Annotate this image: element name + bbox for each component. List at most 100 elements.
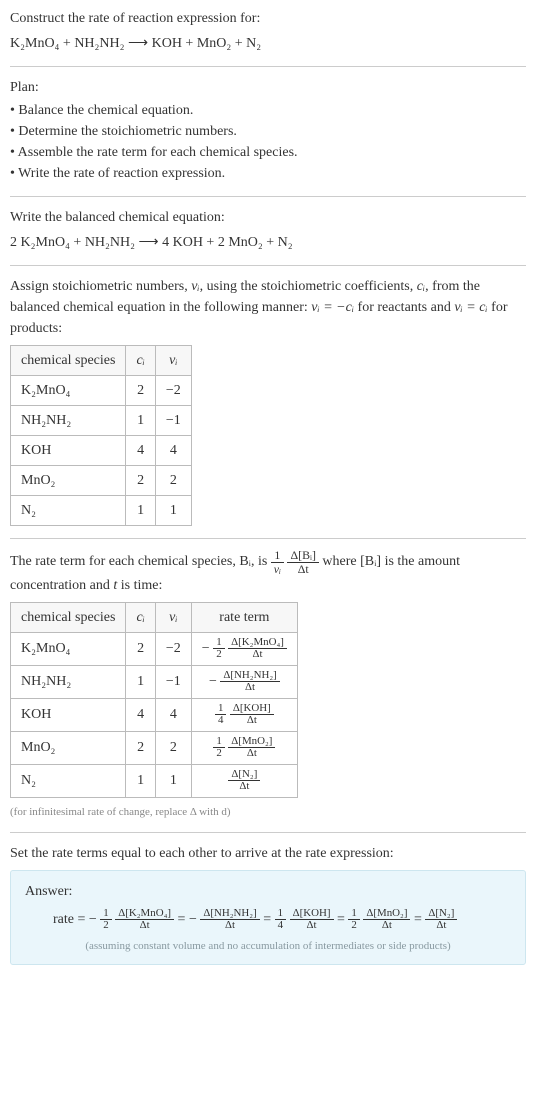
table-row: MnO₂22 <box>11 466 192 496</box>
final-section: Set the rate terms equal to each other t… <box>10 843 526 965</box>
den: Δt <box>228 748 275 759</box>
den: Δt <box>115 920 174 931</box>
cell-c: 1 <box>126 406 155 436</box>
cell-species: K₂MnO₄ <box>11 376 126 406</box>
table-row: K₂MnO₄ 2 −2 − 12 Δ[K₂MnO₄]Δt <box>11 633 298 666</box>
sign: − <box>89 912 97 927</box>
balanced-section: Write the balanced chemical equation: 2 … <box>10 207 526 253</box>
ci-symbol: cᵢ <box>417 279 425 294</box>
delta-frac: Δ[MnO₂]Δt <box>228 736 275 760</box>
rateterm-section: The rate term for each chemical species,… <box>10 549 526 820</box>
cell-c: 1 <box>126 665 155 698</box>
rateterm-text: The rate term for each chemical species,… <box>10 549 526 596</box>
cell-nu: 4 <box>155 698 191 731</box>
answer-note: (assuming constant volume and no accumul… <box>25 938 511 955</box>
cell-rate: 12 Δ[MnO₂]Δt <box>191 731 297 764</box>
frac-one-over-nu: 1νᵢ <box>271 549 284 575</box>
cell-species: NH₂NH₂ <box>11 665 126 698</box>
final-lead: Set the rate terms equal to each other t… <box>10 843 526 864</box>
cell-species: MnO₂ <box>11 731 126 764</box>
den: 2 <box>100 920 111 931</box>
table-row: KOH44 <box>11 436 192 466</box>
divider <box>10 196 526 197</box>
cell-c: 2 <box>126 376 155 406</box>
cell-rate: Δ[N₂]Δt <box>191 764 297 797</box>
table-row: MnO₂ 2 2 12 Δ[MnO₂]Δt <box>11 731 298 764</box>
rate-expression: rate = − 12 Δ[K₂MnO₄]Δt = − Δ[NH₂NH₂]Δt … <box>25 908 511 932</box>
balanced-equation: 2 K₂MnO₄ + NH₂NH₂ ⟶ 4 KOH + 2 MnO₂ + N₂ <box>10 232 526 253</box>
cell-species: MnO₂ <box>11 466 126 496</box>
sign: − <box>202 641 210 656</box>
rateterm-table: chemical species cᵢ νᵢ rate term K₂MnO₄ … <box>10 602 298 798</box>
cell-c: 2 <box>126 633 155 666</box>
cell-nu: 1 <box>155 496 191 526</box>
coef-frac: 12 <box>213 637 224 661</box>
cell-rate: − Δ[NH₂NH₂]Δt <box>191 665 297 698</box>
cell-c: 1 <box>126 764 155 797</box>
col-species: chemical species <box>11 346 126 376</box>
stoich-text: Assign stoichiometric numbers, νᵢ, using… <box>10 276 526 339</box>
cell-species: N₂ <box>11 496 126 526</box>
text: Assign stoichiometric numbers, <box>10 279 191 294</box>
cell-c: 4 <box>126 698 155 731</box>
den: Δt <box>363 920 410 931</box>
cell-c: 1 <box>126 496 155 526</box>
prompt-lead: Construct the rate of reaction expressio… <box>10 8 526 29</box>
col-nu: νᵢ <box>155 603 191 633</box>
delta-frac: Δ[NH₂NH₂]Δt <box>200 908 259 932</box>
divider <box>10 538 526 539</box>
den: 2 <box>213 748 224 759</box>
sign: − <box>189 912 197 927</box>
cell-nu: 2 <box>155 731 191 764</box>
den: 4 <box>215 715 226 726</box>
table-header-row: chemical species cᵢ νᵢ rate term <box>11 603 298 633</box>
equals: = <box>263 912 274 927</box>
coef-frac: 14 <box>215 703 226 727</box>
delta-frac: Δ[K₂MnO₄]Δt <box>115 908 174 932</box>
cell-c: 2 <box>126 466 155 496</box>
frac-delta-b: Δ[Bᵢ]Δt <box>287 549 318 575</box>
table-row: N₂11 <box>11 496 192 526</box>
stoich-section: Assign stoichiometric numbers, νᵢ, using… <box>10 276 526 526</box>
plan-item: Assemble the rate term for each chemical… <box>10 142 526 163</box>
cell-c: 4 <box>126 436 155 466</box>
cell-species: NH₂NH₂ <box>11 406 126 436</box>
equals: = <box>337 912 348 927</box>
cell-rate: 14 Δ[KOH]Δt <box>191 698 297 731</box>
den: Δt <box>220 682 279 693</box>
cell-nu: 4 <box>155 436 191 466</box>
rule-products: νᵢ = cᵢ <box>454 300 487 315</box>
text: is time: <box>117 578 162 593</box>
table-row: N₂ 1 1 Δ[N₂]Δt <box>11 764 298 797</box>
cell-species: N₂ <box>11 764 126 797</box>
coef-frac: 12 <box>213 736 224 760</box>
divider <box>10 66 526 67</box>
plan-section: Plan: Balance the chemical equation. Det… <box>10 77 526 184</box>
den: νᵢ <box>271 563 284 576</box>
answer-label: Answer: <box>25 881 511 902</box>
plan-list: Balance the chemical equation. Determine… <box>10 100 526 184</box>
delta-frac: Δ[N₂]Δt <box>425 908 457 932</box>
sign: − <box>209 674 217 689</box>
cell-rate: − 12 Δ[K₂MnO₄]Δt <box>191 633 297 666</box>
delta-frac: Δ[NH₂NH₂]Δt <box>220 670 279 694</box>
cell-species: K₂MnO₄ <box>11 633 126 666</box>
equals: = <box>178 912 189 927</box>
cell-nu: 2 <box>155 466 191 496</box>
coef-frac: 12 <box>348 908 359 932</box>
delta-frac: Δ[KOH]Δt <box>290 908 334 932</box>
cell-nu: −2 <box>155 376 191 406</box>
cell-nu: −1 <box>155 665 191 698</box>
den: 2 <box>348 920 359 931</box>
den: Δt <box>228 649 287 660</box>
num: Δ[Bᵢ] <box>287 549 318 563</box>
rule-reactants: νᵢ = −cᵢ <box>311 300 354 315</box>
plan-item: Write the rate of reaction expression. <box>10 163 526 184</box>
table-row: NH₂NH₂1−1 <box>11 406 192 436</box>
den: Δt <box>290 920 334 931</box>
plan-heading: Plan: <box>10 77 526 98</box>
table-row: NH₂NH₂ 1 −1 − Δ[NH₂NH₂]Δt <box>11 665 298 698</box>
text: , using the stoichiometric coefficients, <box>200 279 417 294</box>
stoich-table: chemical species cᵢ νᵢ K₂MnO₄2−2 NH₂NH₂1… <box>10 345 192 526</box>
den: Δt <box>425 920 457 931</box>
